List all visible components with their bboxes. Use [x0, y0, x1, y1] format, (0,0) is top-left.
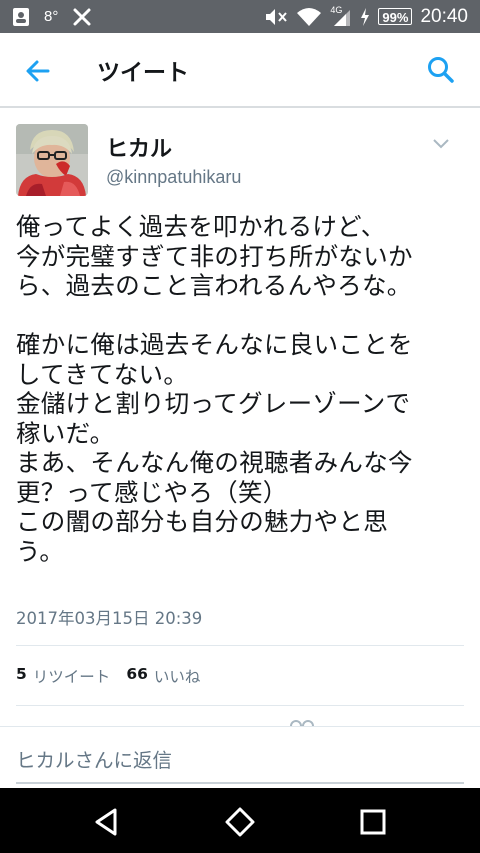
nav-home-icon[interactable] [224, 806, 256, 838]
signal-icon: 4G [330, 5, 352, 27]
action-icons-partial [290, 720, 314, 726]
nav-recents-icon[interactable] [357, 806, 389, 838]
charging-icon [361, 7, 370, 26]
search-icon[interactable] [426, 55, 456, 85]
chevron-down-icon[interactable] [432, 138, 450, 150]
battery-level: 99% [378, 8, 413, 25]
avatar[interactable] [16, 124, 88, 196]
tweet-stats: 5 リツイート 66 いいね [16, 665, 216, 687]
tweet-text: 俺ってよく過去を叩かれるけど、 今が完璧すぎて非の打ち所がないか ら、過去のこと… [16, 212, 413, 566]
divider [16, 705, 464, 706]
retweet-count[interactable]: 5 [16, 665, 27, 687]
reply-input[interactable]: ヒカルさんに返信 [16, 744, 172, 773]
navigation-bar [0, 788, 480, 853]
temperature-text: 8° [44, 8, 59, 25]
divider [16, 645, 464, 646]
app-bar: ツイート [0, 33, 480, 108]
reply-bar: ヒカルさんに返信 [0, 726, 480, 788]
mute-icon [266, 8, 288, 25]
tools-icon [73, 8, 91, 25]
back-arrow-icon[interactable] [24, 57, 52, 85]
retweet-label[interactable]: リツイート [33, 665, 111, 687]
nav-back-icon[interactable] [91, 806, 123, 838]
author-name[interactable]: ヒカル [106, 131, 172, 163]
tweet-timestamp: 2017年03月15日 20:39 [16, 609, 203, 628]
author-handle[interactable]: @kinnpatuhikaru [106, 167, 241, 188]
wifi-icon [297, 7, 322, 26]
status-bar: 8° 4G 99% 20:40 [0, 0, 480, 33]
like-label[interactable]: いいね [154, 665, 201, 687]
reply-underline [16, 782, 464, 784]
like-count[interactable]: 66 [126, 665, 148, 687]
clock-time: 20:40 [420, 5, 468, 27]
page-title: ツイート [97, 60, 189, 86]
contact-card-icon [13, 7, 29, 26]
